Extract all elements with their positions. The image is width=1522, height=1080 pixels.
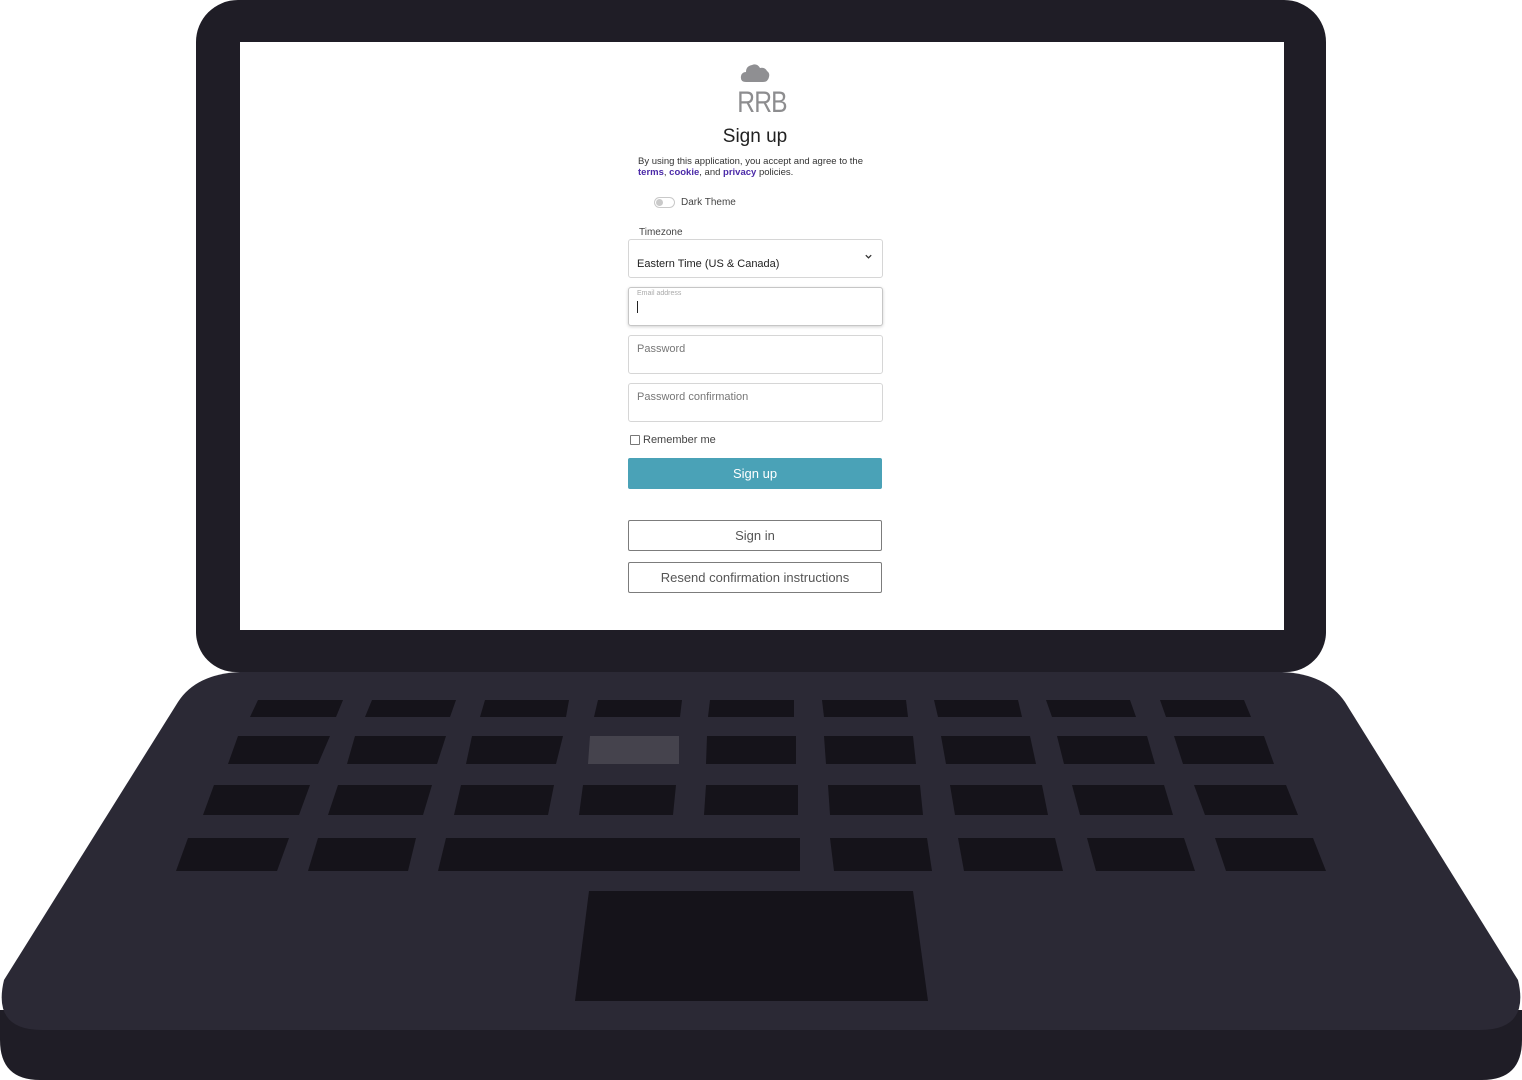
laptop-scene: RRB Sign up By using this application, y… [0,0,1522,1080]
legal-notice: By using this application, you accept an… [638,156,888,178]
cookie-link[interactable]: cookie [669,167,699,178]
toggle-knob [656,198,663,206]
legal-and: , and [699,167,721,178]
timezone-value: Eastern Time (US & Canada) [637,258,780,270]
page-title: Sign up [722,126,788,147]
privacy-link[interactable]: privacy [723,167,756,178]
timezone-label: Timezone [639,227,683,238]
resend-confirmation-button[interactable]: Resend confirmation instructions [628,562,882,593]
text-caret [637,301,638,313]
legal-text-suffix: policies. [758,167,794,178]
terms-link[interactable]: terms [638,167,664,178]
cloud-icon [740,64,770,82]
dark-theme-row: Dark Theme [654,195,736,209]
email-placeholder: Email address [637,290,682,297]
remember-me-checkbox[interactable] [630,435,640,445]
password-placeholder: Password [637,343,686,355]
chevron-down-icon [865,254,872,259]
password-field[interactable]: Password [628,335,883,374]
password-confirmation-field[interactable]: Password confirmation [628,383,883,422]
timezone-select[interactable]: Eastern Time (US & Canada) [628,239,883,278]
highlighted-key [588,736,679,764]
dark-theme-toggle[interactable] [654,196,675,208]
laptop-screen: RRB Sign up By using this application, y… [240,42,1284,630]
dark-theme-label: Dark Theme [681,196,736,208]
legal-comma: , [663,167,667,178]
signup-page: RRB Sign up By using this application, y… [240,42,1284,630]
remember-me-label: Remember me [643,434,716,446]
brand-name: RRB [737,86,787,119]
password-confirmation-placeholder: Password confirmation [637,391,749,403]
remember-me-row: Remember me [630,434,716,446]
sign-up-button[interactable]: Sign up [628,458,882,489]
sign-in-button[interactable]: Sign in [628,520,882,551]
email-field[interactable]: Email address [628,287,883,326]
legal-text-prefix: By using this application, you accept an… [638,156,863,167]
laptop-base [0,672,1522,1080]
